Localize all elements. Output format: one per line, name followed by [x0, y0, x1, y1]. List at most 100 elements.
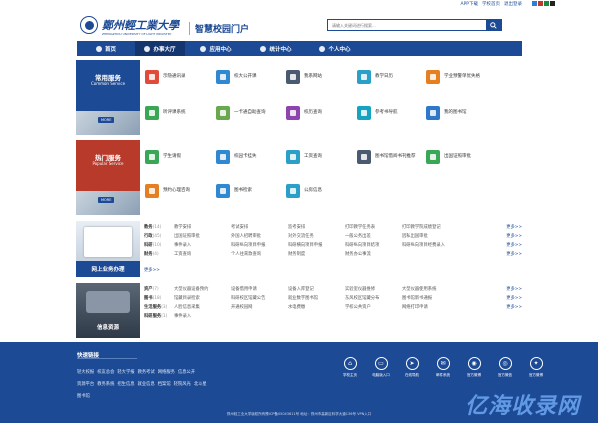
- list-item[interactable]: 设备入库登记: [288, 286, 345, 292]
- app-dept-site[interactable]: 我系网站: [286, 70, 346, 84]
- list-item[interactable]: 就业数字图书馆: [288, 295, 345, 301]
- quick-online-nav[interactable]: ➤ 在线导航: [400, 357, 424, 378]
- search-button[interactable]: [486, 20, 501, 30]
- footer-link[interactable]: 教务考试: [138, 369, 155, 375]
- list-item[interactable]: 打印教学院成绩登记: [402, 224, 459, 230]
- nav-service-hall[interactable]: 办事大厅: [135, 41, 185, 56]
- list-item[interactable]: 人脸信息采集: [174, 304, 231, 310]
- list-item[interactable]: 对外交流任务: [288, 233, 345, 239]
- footer-link[interactable]: 招生信息: [117, 381, 134, 387]
- quick-pc-entry[interactable]: ▭ 电脑版入口: [369, 357, 393, 378]
- list-item[interactable]: 科研纵向项目经费录入: [402, 242, 459, 248]
- search-input[interactable]: [328, 20, 486, 30]
- list-item[interactable]: 馆藏目录检索: [174, 295, 231, 301]
- quick-weibo-2[interactable]: ✦ 官方微博: [524, 357, 548, 378]
- footer-link[interactable]: 轻大学报: [117, 369, 134, 375]
- app-my-library[interactable]: 我的图书馆: [426, 106, 486, 120]
- app-reference-nav[interactable]: 参考书导航: [357, 106, 417, 120]
- app-salary-query[interactable]: 工资查询: [286, 150, 346, 164]
- app-open-course[interactable]: 校大公开课: [216, 70, 276, 84]
- app-lecture-eval[interactable]: 听评课系统: [145, 106, 205, 120]
- list-item[interactable]: 财务制度: [288, 251, 345, 257]
- footer-link[interactable]: 校友总会: [97, 369, 114, 375]
- app-download-link[interactable]: APP下载: [460, 1, 478, 7]
- footer-link[interactable]: 轻大校报: [77, 369, 94, 375]
- app-card-query[interactable]: 一卡通自助查询: [216, 106, 276, 120]
- footer-link[interactable]: 信息公开: [178, 369, 195, 375]
- footer-link[interactable]: 就业信息: [138, 381, 155, 387]
- row-more-link[interactable]: 更多>>: [506, 295, 522, 301]
- theme-blue-swatch[interactable]: [532, 1, 537, 6]
- list-item[interactable]: 学校公共资户: [345, 304, 402, 310]
- footer-link[interactable]: 网络服务: [158, 369, 175, 375]
- list-item[interactable]: 大型仪器设备预约: [174, 286, 231, 292]
- footer-link[interactable]: 档案馆: [158, 381, 171, 387]
- footer-link[interactable]: 北斗星: [194, 381, 207, 387]
- footer-link[interactable]: 教务系统: [97, 381, 114, 387]
- common-more-button[interactable]: MORE: [98, 117, 115, 123]
- list-item[interactable]: 考试安排: [231, 224, 288, 230]
- school-home-link[interactable]: 学校首页: [482, 1, 500, 7]
- list-item[interactable]: 外国人招聘审批: [231, 233, 288, 239]
- list-item[interactable]: 科研纵向项目申报: [231, 242, 288, 248]
- list-item[interactable]: 设备借用申请: [231, 286, 288, 292]
- app-book-search[interactable]: 图书检索: [216, 184, 276, 198]
- list-item[interactable]: 科研纵向项目结项: [345, 242, 402, 248]
- list-item[interactable]: 一般公务出差: [345, 233, 402, 239]
- quick-weibo[interactable]: ◉ 官方微博: [462, 357, 486, 378]
- app-card-loss[interactable]: 校园卡挂失: [216, 150, 276, 164]
- app-calendar-query[interactable]: 校历查询: [286, 106, 346, 120]
- university-logo[interactable]: 鄭州輕工業大學 ZHENGZHOU UNIVERSITY OF LIGHT IN…: [80, 16, 179, 36]
- footer-link[interactable]: 图书馆: [77, 393, 90, 399]
- row-more-link[interactable]: 更多>>: [506, 242, 522, 248]
- app-calendar[interactable]: 教学日历: [357, 70, 417, 84]
- list-item[interactable]: 教学安排: [174, 224, 231, 230]
- list-item[interactable]: 东风校区馆藏分布: [345, 295, 402, 301]
- hot-more-button[interactable]: MORE: [98, 197, 115, 203]
- app-academic-warning[interactable]: 学业预警单优失格: [426, 70, 486, 84]
- app-directory[interactable]: 示隐通讯录: [145, 70, 205, 84]
- theme-red-swatch[interactable]: [538, 1, 543, 6]
- app-passport-approval[interactable]: 出国证照审批: [426, 150, 486, 164]
- theme-dark-swatch[interactable]: [550, 1, 555, 6]
- list-item[interactable]: 大型仪器使用系统: [402, 286, 459, 292]
- list-item[interactable]: 因私出国审批: [402, 233, 459, 239]
- app-student-leave[interactable]: 学生请假: [145, 150, 205, 164]
- row-more-link[interactable]: 更多>>: [506, 224, 522, 230]
- list-item[interactable]: 工资查询: [174, 251, 231, 257]
- list-item[interactable]: 开通校园网: [231, 304, 288, 310]
- logout-link[interactable]: 退出登录: [504, 1, 522, 7]
- footer-link[interactable]: 轻院风光: [174, 381, 191, 387]
- nav-stats-center[interactable]: 统计中心: [247, 41, 305, 56]
- quick-wechat[interactable]: ◎ 官方微信: [493, 357, 517, 378]
- list-item[interactable]: 图书馆新书通报: [402, 295, 459, 301]
- row-more-link[interactable]: 更多>>: [506, 304, 522, 310]
- online-more-link[interactable]: 更多>>: [144, 266, 184, 274]
- list-item[interactable]: 出国证照审批: [174, 233, 231, 239]
- list-item[interactable]: 科研校区馆藏公告: [231, 295, 288, 301]
- list-item[interactable]: 财务办公事流: [345, 251, 402, 257]
- quick-mail[interactable]: ✉ 邮件系统: [431, 357, 455, 378]
- list-item[interactable]: 事件录入: [174, 242, 231, 248]
- row-more-link[interactable]: 更多>>: [506, 233, 522, 239]
- portal-page: APP下载 学校首页 退出登录 鄭州輕工業大學 ZHENGZHOU UNIVER…: [0, 0, 598, 423]
- list-item[interactable]: 监考安排: [288, 224, 345, 230]
- footer-link[interactable]: 资源平台: [77, 381, 94, 387]
- app-housing-info[interactable]: 公房信息: [286, 184, 346, 198]
- nav-personal-center[interactable]: 个人中心: [305, 41, 365, 56]
- app-counseling[interactable]: 预约心理咨询: [145, 184, 205, 198]
- row-more-link[interactable]: 更多>>: [506, 251, 522, 257]
- nav-app-center[interactable]: 应用中心: [185, 41, 247, 56]
- app-library-recommend[interactable]: 图书馆借阅书刊推荐: [357, 150, 417, 164]
- list-item[interactable]: 个人往来款查询: [231, 251, 288, 257]
- list-item[interactable]: 科研横向项目申报: [288, 242, 345, 248]
- quick-school-home[interactable]: ⌂ 学校主页: [338, 357, 362, 378]
- list-item[interactable]: 打印教学任务表: [345, 224, 402, 230]
- row-more-link[interactable]: 更多>>: [506, 286, 522, 292]
- nav-home[interactable]: 首页: [77, 41, 135, 56]
- list-item[interactable]: 实验室仪器维修: [345, 286, 402, 292]
- list-item[interactable]: 网络打印申请: [402, 304, 459, 310]
- list-item[interactable]: 事件录入: [174, 313, 231, 319]
- list-item[interactable]: 水电费缴: [288, 304, 345, 310]
- theme-green-swatch[interactable]: [544, 1, 549, 6]
